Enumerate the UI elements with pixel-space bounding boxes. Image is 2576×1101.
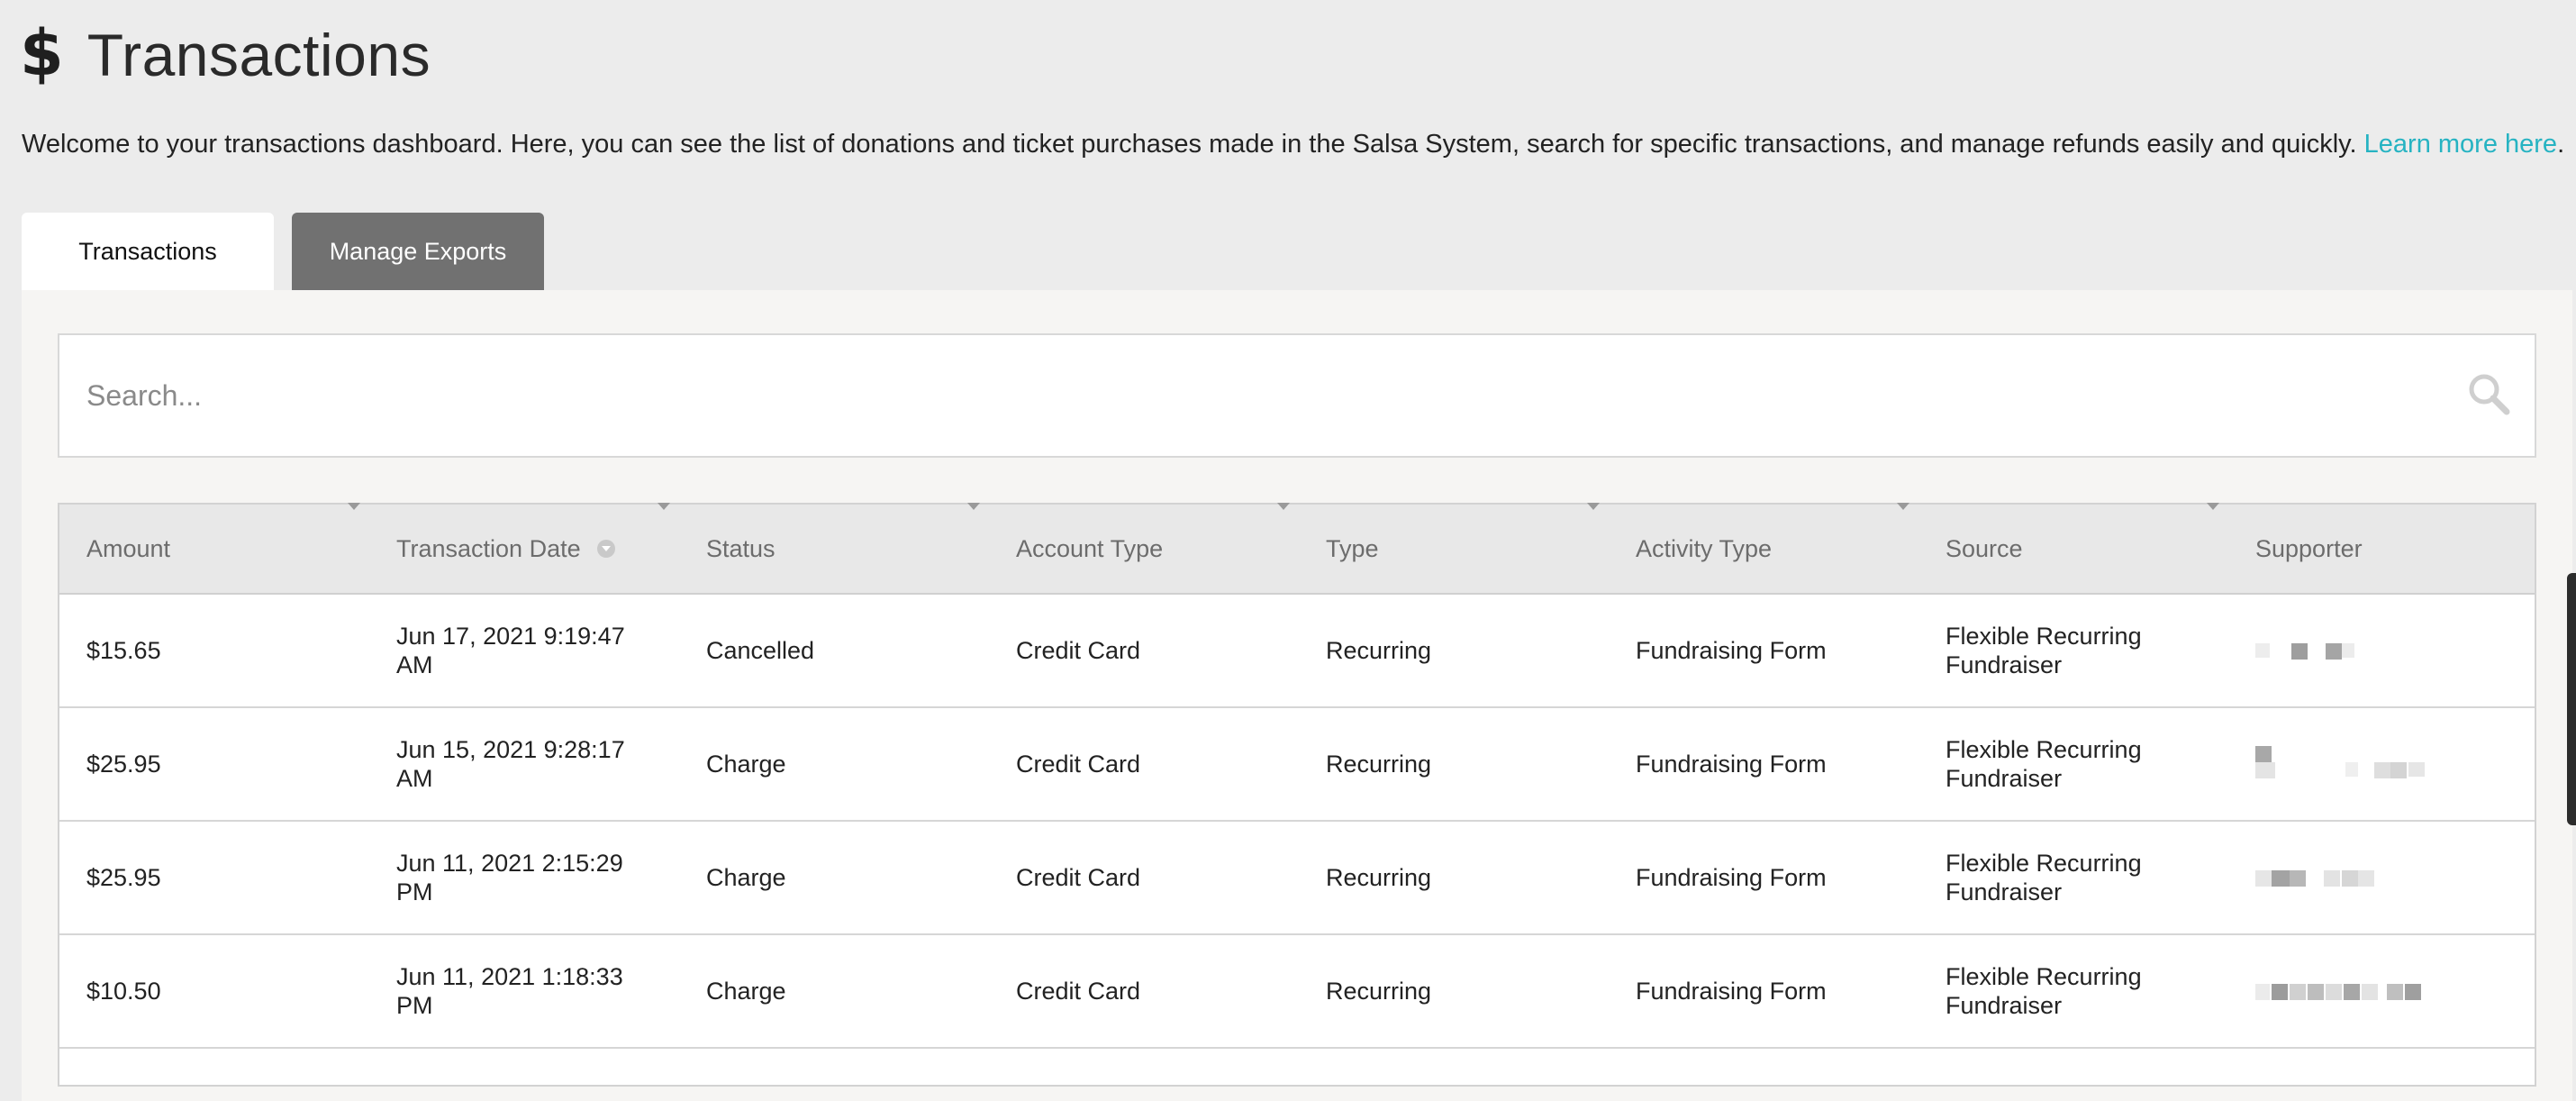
cell-activity-type: Fundraising Form <box>1636 978 1827 1005</box>
cell-type: Recurring <box>1326 864 1432 891</box>
sort-descending-icon[interactable] <box>596 540 615 558</box>
cell-amount: $15.65 <box>86 637 161 664</box>
transactions-panel: Amount Transaction Date Status Account T… <box>22 290 2572 1101</box>
cell-source: Flexible Recurring Fundraiser <box>1946 963 2142 1019</box>
redacted-supporter-name <box>2255 860 2454 896</box>
redacted-supporter-name <box>2255 973 2454 1009</box>
cell-supporter[interactable] <box>2228 708 2535 820</box>
search-icon[interactable] <box>2466 371 2511 416</box>
cell-supporter[interactable] <box>2228 822 2535 933</box>
column-menu-arrow-icon[interactable] <box>1277 503 1290 510</box>
cell-transaction-date: Jun 15, 2021 9:28:17 AM <box>396 736 625 792</box>
table-row[interactable]: $25.95 Jun 11, 2021 2:15:29 PM Charge Cr… <box>59 822 2535 935</box>
dollar-icon: $ <box>20 16 64 90</box>
cell-source: Flexible Recurring Fundraiser <box>1946 623 2142 678</box>
cell-transaction-date: Jun 11, 2021 2:15:29 PM <box>396 850 623 905</box>
cell-activity-type: Fundraising Form <box>1636 751 1827 778</box>
scrollbar-handle[interactable] <box>2567 573 2576 825</box>
intro-text: Welcome to your transactions dashboard. … <box>22 124 2565 164</box>
table-row[interactable]: $25.95 Jun 15, 2021 9:28:17 AM Charge Cr… <box>59 708 2535 822</box>
column-menu-arrow-icon[interactable] <box>967 503 980 510</box>
table-row[interactable]: $15.65 Jun 17, 2021 9:19:47 AM Cancelled… <box>59 595 2535 708</box>
cell-amount: $25.95 <box>86 751 161 778</box>
cell-amount: $25.95 <box>86 864 161 891</box>
tab-manage-exports[interactable]: Manage Exports <box>292 213 544 290</box>
cell-source: Flexible Recurring Fundraiser <box>1946 736 2142 792</box>
column-header-transaction-date[interactable]: Transaction Date <box>369 503 679 593</box>
cell-account-type: Credit Card <box>1016 978 1141 1005</box>
cell-type: Recurring <box>1326 978 1432 1005</box>
intro-trailing: . <box>2557 130 2565 159</box>
search-box <box>58 333 2536 458</box>
cell-account-type: Credit Card <box>1016 864 1141 891</box>
intro-body: Welcome to your transactions dashboard. … <box>22 130 2357 159</box>
column-header-supporter[interactable]: Supporter <box>2228 505 2535 593</box>
cell-status: Charge <box>706 864 786 891</box>
redacted-supporter-name <box>2255 746 2454 782</box>
column-header-account-type[interactable]: Account Type <box>989 503 1299 593</box>
column-menu-arrow-icon[interactable] <box>658 503 670 510</box>
cell-source: Flexible Recurring Fundraiser <box>1946 850 2142 905</box>
cell-account-type: Credit Card <box>1016 637 1141 664</box>
column-header-type[interactable]: Type <box>1299 503 1609 593</box>
cell-account-type: Credit Card <box>1016 751 1141 778</box>
column-header-amount[interactable]: Amount <box>59 503 369 593</box>
table-row[interactable]: $10.50 Jun 11, 2021 1:18:33 PM Charge Cr… <box>59 935 2535 1049</box>
cell-transaction-date: Jun 17, 2021 9:19:47 AM <box>396 623 625 678</box>
cell-type: Recurring <box>1326 751 1432 778</box>
redacted-supporter-name <box>2255 632 2454 669</box>
column-header-activity-type[interactable]: Activity Type <box>1609 503 1918 593</box>
column-menu-arrow-icon[interactable] <box>348 503 360 510</box>
cell-activity-type: Fundraising Form <box>1636 637 1827 664</box>
column-header-source[interactable]: Source <box>1918 503 2228 593</box>
table-row[interactable] <box>59 1049 2535 1085</box>
cell-type: Recurring <box>1326 637 1432 664</box>
column-menu-arrow-icon[interactable] <box>1897 503 1909 510</box>
table-header: Amount Transaction Date Status Account T… <box>59 503 2535 595</box>
cell-transaction-date: Jun 11, 2021 1:18:33 PM <box>396 963 623 1019</box>
cell-activity-type: Fundraising Form <box>1636 864 1827 891</box>
transactions-table: Amount Transaction Date Status Account T… <box>58 503 2536 1087</box>
cell-status: Cancelled <box>706 637 815 664</box>
cell-amount: $10.50 <box>86 978 161 1005</box>
search-input[interactable] <box>86 335 2428 456</box>
page-title: Transactions <box>86 22 431 88</box>
cell-supporter[interactable] <box>2228 935 2535 1047</box>
cell-supporter[interactable] <box>2228 595 2535 706</box>
column-menu-arrow-icon[interactable] <box>1587 503 1600 510</box>
cell-status: Charge <box>706 751 786 778</box>
tab-transactions[interactable]: Transactions <box>22 213 274 290</box>
cell-status: Charge <box>706 978 786 1005</box>
column-menu-arrow-icon[interactable] <box>2207 503 2219 510</box>
column-header-status[interactable]: Status <box>679 503 989 593</box>
page-header: $ Transactions <box>20 14 431 96</box>
learn-more-link[interactable]: Learn more here <box>2364 130 2557 159</box>
